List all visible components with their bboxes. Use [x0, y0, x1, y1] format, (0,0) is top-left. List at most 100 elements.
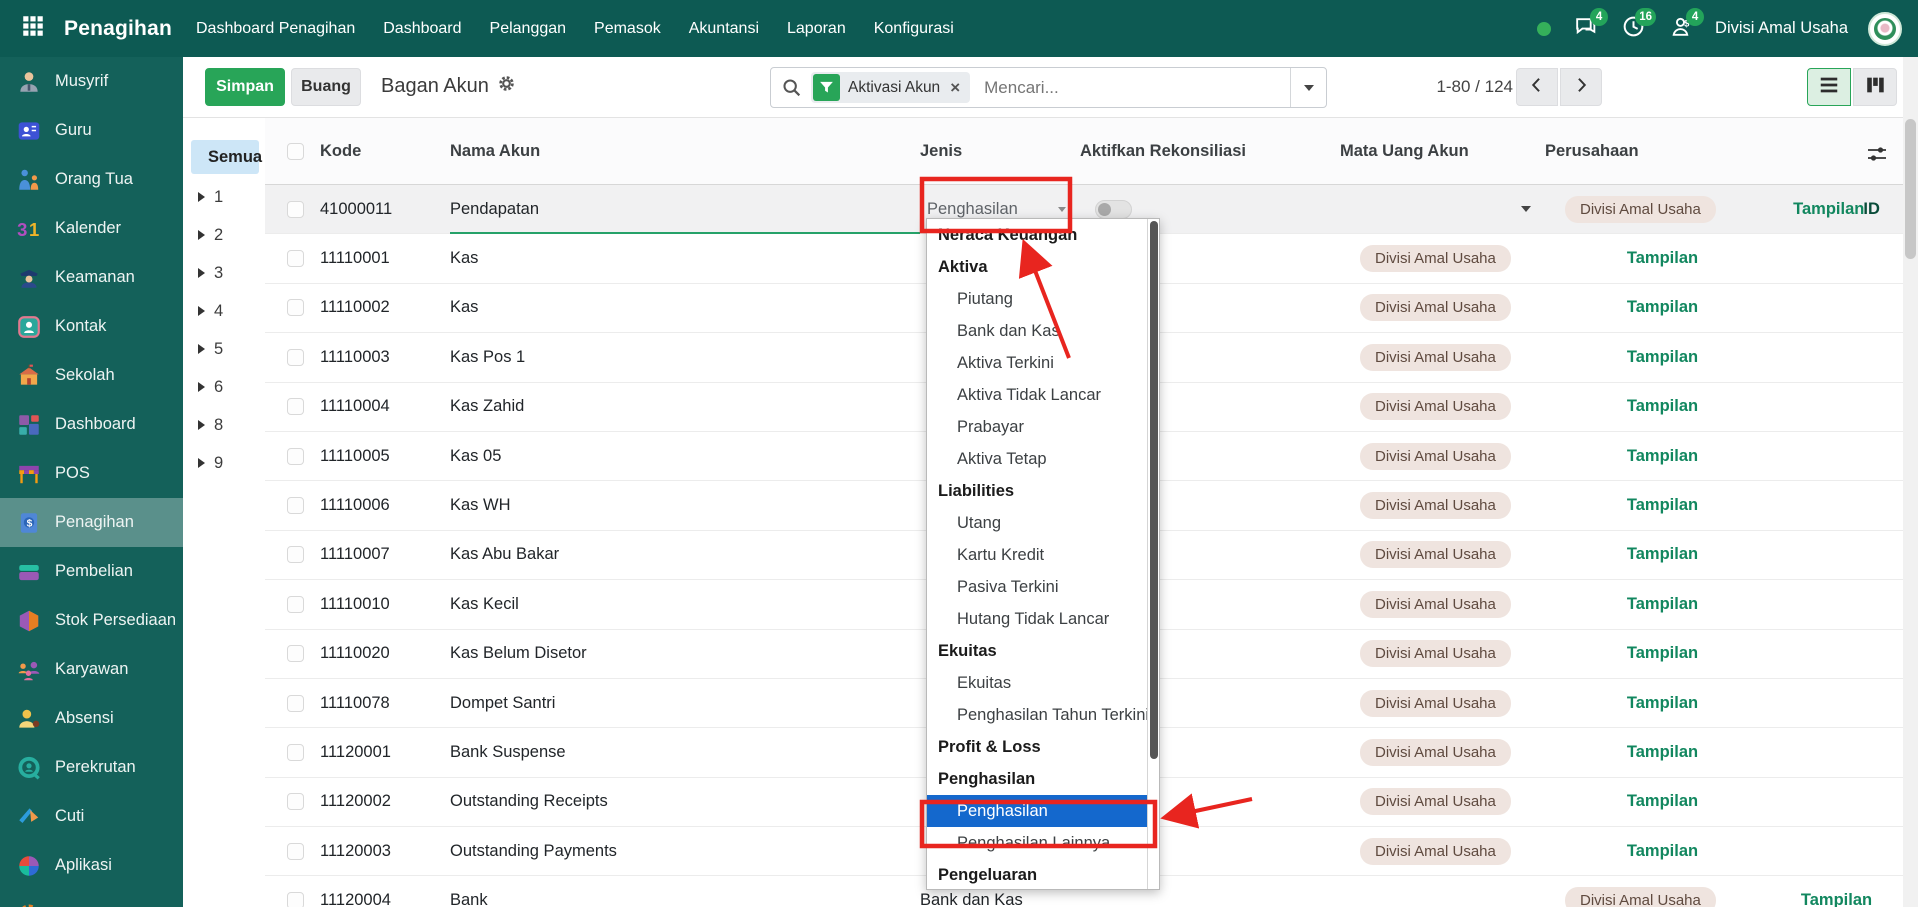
dropdown-option[interactable]: Piutang [927, 283, 1149, 315]
sidebar-item[interactable]: POS [0, 449, 183, 498]
search-input[interactable] [982, 77, 1290, 99]
dropdown-option[interactable]: Liabilities [927, 475, 1149, 507]
filter-group-item[interactable]: 6 [183, 368, 265, 406]
filter-group-item[interactable]: 1 [183, 178, 265, 216]
sidebar-item[interactable]: $ Penagihan [0, 498, 183, 547]
row-checkbox[interactable] [287, 695, 304, 712]
filter-group-item[interactable]: 2 [183, 216, 265, 254]
sidebar-item[interactable]: Musyrif [0, 57, 183, 106]
dropdown-scrollbar[interactable] [1147, 219, 1159, 889]
row-checkbox[interactable] [287, 448, 304, 465]
dropdown-option[interactable]: Utang [927, 507, 1149, 539]
sidebar-item[interactable]: Stok Persediaan [0, 596, 183, 645]
pager-prev-button[interactable] [1516, 68, 1558, 106]
filter-group-item[interactable]: 9 [183, 444, 265, 482]
view-button[interactable]: Tampilan [1627, 644, 1698, 662]
sidebar-item[interactable]: Aplikasi [0, 841, 183, 890]
view-button[interactable]: Tampilan [1627, 249, 1698, 267]
filter-group-item[interactable]: 3 [183, 254, 265, 292]
sidebar-item[interactable]: Keamanan [0, 253, 183, 302]
row-checkbox[interactable] [287, 744, 304, 761]
row-checkbox[interactable] [287, 793, 304, 810]
dropdown-option[interactable]: Ekuitas [927, 635, 1149, 667]
row-checkbox[interactable] [287, 892, 304, 907]
navbar-menu-item[interactable]: Akuntansi [675, 0, 773, 57]
search-box[interactable]: Aktivasi Akun × [770, 67, 1327, 108]
view-button[interactable]: Tampilan [1627, 545, 1698, 563]
reconcile-toggle[interactable] [1095, 200, 1132, 219]
dropdown-option[interactable]: Penghasilan Tahun Terkini [927, 699, 1149, 731]
navbar-menu-item[interactable]: Laporan [773, 0, 860, 57]
sidebar-item[interactable]: Guru [0, 106, 183, 155]
view-button[interactable]: Tampilan [1627, 447, 1698, 465]
sidebar-item[interactable]: Orang Tua [0, 155, 183, 204]
row-checkbox[interactable] [287, 201, 304, 218]
filter-group-item[interactable]: 8 [183, 406, 265, 444]
row-checkbox[interactable] [287, 546, 304, 563]
activities-button[interactable]: 16 [1619, 15, 1647, 43]
navbar-menu-item[interactable]: Dashboard Penagihan [182, 0, 369, 57]
company-switcher[interactable]: Divisi Amal Usaha [1715, 19, 1848, 38]
dropdown-scroll-thumb[interactable] [1150, 221, 1158, 759]
dropdown-option[interactable]: Aktiva Tidak Lancar [927, 379, 1149, 411]
row-checkbox[interactable] [287, 497, 304, 514]
dropdown-option[interactable]: Kartu Kredit [927, 539, 1149, 571]
view-button[interactable]: Tampilan [1627, 694, 1698, 712]
navbar-menu-item[interactable]: Pemasok [580, 0, 675, 57]
row-checkbox[interactable] [287, 398, 304, 415]
dropdown-option[interactable]: Bank dan Kas [927, 315, 1149, 347]
currency-select[interactable] [1340, 206, 1545, 212]
view-button[interactable]: Tampilan [1627, 348, 1698, 366]
view-button[interactable]: Tampilan [1627, 298, 1698, 316]
view-button[interactable]: Tampilan [1627, 842, 1698, 860]
view-button[interactable]: Tampilan [1627, 397, 1698, 415]
kanban-view-button[interactable] [1853, 68, 1897, 106]
sidebar-item[interactable]: Kontak [0, 302, 183, 351]
dropdown-option[interactable]: Penghasilan Lainnya [927, 827, 1149, 859]
sidebar-item[interactable]: Karyawan [0, 645, 183, 694]
view-button[interactable]: Tampilan [1793, 200, 1864, 218]
view-button[interactable]: Tampilan [1627, 792, 1698, 810]
sidebar-item[interactable]: Absensi [0, 694, 183, 743]
dropdown-option[interactable]: Penghasilan [927, 795, 1149, 827]
view-button[interactable]: Tampilan [1627, 595, 1698, 613]
window-scrollbar[interactable] [1903, 57, 1918, 907]
dropdown-option[interactable]: Profit & Loss [927, 731, 1149, 763]
account-type-select[interactable]: Penghasilan [920, 200, 1080, 219]
sales-notifications-button[interactable]: $ 4 [1667, 15, 1695, 43]
navbar-menu-item[interactable]: Dashboard [369, 0, 475, 57]
sidebar-item[interactable]: Pembelian [0, 547, 183, 596]
discard-button[interactable]: Buang [291, 68, 361, 106]
filter-group-item[interactable]: 4 [183, 292, 265, 330]
optional-columns-icon[interactable] [1865, 142, 1889, 171]
save-button[interactable]: Simpan [205, 68, 285, 106]
sidebar-item[interactable]: Perekrutan [0, 743, 183, 792]
gear-icon[interactable] [497, 74, 516, 99]
view-button[interactable]: Tampilan [1627, 743, 1698, 761]
row-checkbox[interactable] [287, 299, 304, 316]
view-button[interactable]: Tampilan [1801, 891, 1872, 907]
sidebar-item[interactable]: 31 Kalender [0, 204, 183, 253]
filter-group-item[interactable]: 5 [183, 330, 265, 368]
row-checkbox[interactable] [287, 349, 304, 366]
dropdown-option[interactable]: Pasiva Terkini [927, 571, 1149, 603]
dropdown-option[interactable]: Aktiva [927, 251, 1149, 283]
dropdown-option[interactable]: Aktiva Terkini [927, 347, 1149, 379]
sidebar-item[interactable]: Sekolah [0, 351, 183, 400]
dropdown-option[interactable]: Penghasilan [927, 763, 1149, 795]
dropdown-option[interactable]: Ekuitas [927, 667, 1149, 699]
navbar-menu-item[interactable]: Pelanggan [476, 0, 581, 57]
row-checkbox[interactable] [287, 843, 304, 860]
dropdown-option[interactable]: Pengeluaran [927, 859, 1149, 890]
dropdown-option[interactable]: Prabayar [927, 411, 1149, 443]
view-button[interactable]: Tampilan [1627, 496, 1698, 514]
row-checkbox[interactable] [287, 250, 304, 267]
row-checkbox[interactable] [287, 645, 304, 662]
list-view-button[interactable] [1807, 68, 1851, 106]
navbar-menu-item[interactable]: Konfigurasi [860, 0, 968, 57]
filter-all-item[interactable]: Semua [191, 140, 259, 174]
filter-chip[interactable]: Aktivasi Akun × [811, 72, 970, 103]
row-checkbox[interactable] [287, 596, 304, 613]
messages-button[interactable]: 4 [1571, 15, 1599, 43]
dropdown-option[interactable]: Hutang Tidak Lancar [927, 603, 1149, 635]
